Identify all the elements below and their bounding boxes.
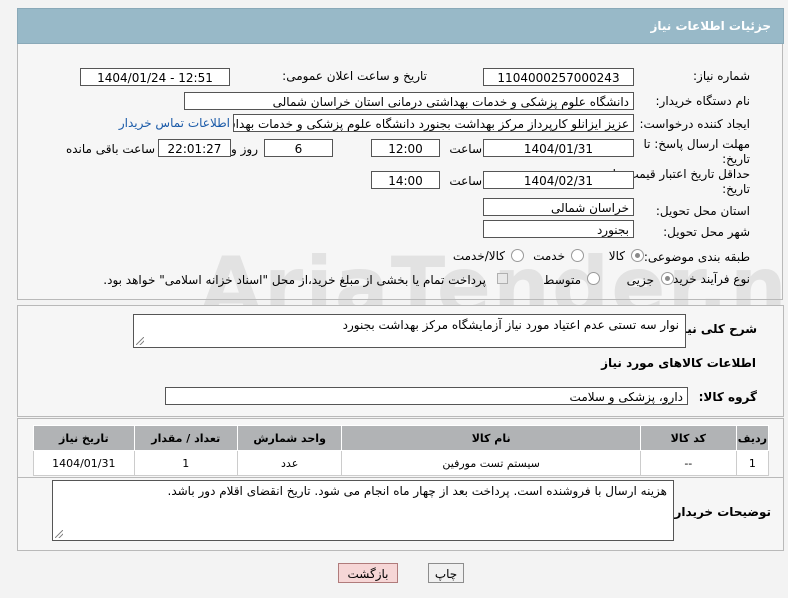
price-time-label: ساعت <box>449 174 482 188</box>
reply-time-field[interactable]: 12:00 <box>371 139 440 157</box>
category-service-radio[interactable] <box>571 249 584 262</box>
requester-label: ایجاد کننده درخواست: <box>639 117 750 131</box>
category-service-label: خدمت <box>533 249 565 263</box>
province-label: استان محل تحویل: <box>655 204 750 218</box>
reply-date-field[interactable]: 1404/01/31 <box>483 139 634 157</box>
summary-text: نوار سه تستی عدم اعتیاد مورد نیاز آزمایش… <box>342 318 679 332</box>
cell-name: سیستم تست مورفین <box>341 450 641 476</box>
table-row[interactable]: 1 -- سیستم تست مورفین عدد 1 1404/01/31 <box>33 450 770 476</box>
cell-date: 1404/01/31 <box>33 450 135 476</box>
days-label: روز و <box>231 142 258 156</box>
goods-group-label: گروه کالا: <box>698 390 757 404</box>
payment-note: پرداخت تمام یا بخشی از مبلغ خرید،از محل … <box>103 273 486 287</box>
summary-textarea[interactable]: نوار سه تستی عدم اعتیاد مورد نیاز آزمایش… <box>133 314 686 348</box>
col-qty: تعداد / مقدار <box>133 425 238 451</box>
col-code: کد کالا <box>639 425 737 451</box>
process-minor-radio[interactable] <box>661 272 674 285</box>
buyer-contact-link[interactable]: اطلاعات تماس خریدار <box>119 116 230 130</box>
process-medium-radio[interactable] <box>587 272 600 285</box>
category-both-radio[interactable] <box>511 249 524 262</box>
cell-code: -- <box>639 450 737 476</box>
col-name: نام کالا <box>341 425 641 451</box>
city-field[interactable]: بجنورد <box>483 220 634 238</box>
page-title: جزئیات اطلاعات نیاز <box>650 19 771 33</box>
panel-header: جزئیات اطلاعات نیاز <box>17 8 784 44</box>
items-table: ردیف کد کالا نام کالا واحد شمارش تعداد /… <box>33 425 770 476</box>
goods-section-title: اطلاعات کالاهای مورد نیاز <box>601 356 756 370</box>
buyer-notes-textarea[interactable]: هزینه ارسال با فروشنده است. پرداخت بعد ا… <box>52 480 674 541</box>
province-field[interactable]: خراسان شمالی <box>483 198 634 216</box>
price-date-field[interactable]: 1404/02/31 <box>483 171 634 189</box>
announce-label: تاریخ و ساعت اعلان عمومی: <box>282 69 427 83</box>
reply-deadline-label: مهلت ارسال پاسخ: تا تاریخ: <box>643 137 750 166</box>
process-medium-label: متوسط <box>543 273 581 287</box>
buyer-org-label: نام دستگاه خریدار: <box>655 94 751 108</box>
col-row: ردیف <box>735 425 770 451</box>
need-number-field[interactable]: 1104000257000243 <box>483 68 634 86</box>
cell-row: 1 <box>735 450 770 476</box>
process-label: نوع فرآیند خرید : <box>665 272 750 286</box>
remaining-time-label: ساعت باقی مانده <box>65 142 155 156</box>
buyer-notes-text: هزینه ارسال با فروشنده است. پرداخت بعد ا… <box>167 484 668 498</box>
category-goods-radio[interactable] <box>631 249 644 262</box>
announce-datetime-field[interactable]: 1404/01/24 - 12:51 <box>80 68 230 86</box>
process-minor-label: جزیی <box>626 273 654 287</box>
category-label: طبقه بندی موضوعی: <box>643 250 750 264</box>
col-date: تاریخ نیاز <box>33 425 135 451</box>
col-unit: واحد شمارش <box>236 425 343 451</box>
buyer-org-field[interactable]: دانشگاه علوم پزشکی و خدمات بهداشتی درمان… <box>184 92 634 110</box>
remaining-time-field[interactable]: 22:01:27 <box>158 139 231 157</box>
treasury-bond-checkbox[interactable] <box>497 273 508 284</box>
price-time-field[interactable]: 14:00 <box>371 171 440 189</box>
table-header-row: ردیف کد کالا نام کالا واحد شمارش تعداد /… <box>33 425 770 451</box>
requester-field[interactable]: عزیز ایزانلو کارپرداز مرکز بهداشت بجنورد… <box>233 114 634 132</box>
resize-grip-icon[interactable] <box>55 530 63 538</box>
print-button[interactable]: چاپ <box>428 563 464 583</box>
reply-time-label: ساعت <box>449 142 482 156</box>
buyer-notes-label: توضیحات خریدار: <box>669 505 771 519</box>
need-number-label: شماره نیاز: <box>693 69 750 83</box>
cell-qty: 1 <box>133 450 238 476</box>
goods-group-field[interactable]: دارو، پزشکی و سلامت <box>165 387 688 405</box>
resize-grip-icon[interactable] <box>136 337 144 345</box>
category-goods-label: کالا <box>608 249 625 263</box>
category-both-label: کالا/خدمت <box>452 249 505 263</box>
back-button[interactable]: بازگشت <box>338 563 398 583</box>
cell-unit: عدد <box>236 450 343 476</box>
city-label: شهر محل تحویل: <box>663 225 750 239</box>
days-remaining-field[interactable]: 6 <box>264 139 333 157</box>
